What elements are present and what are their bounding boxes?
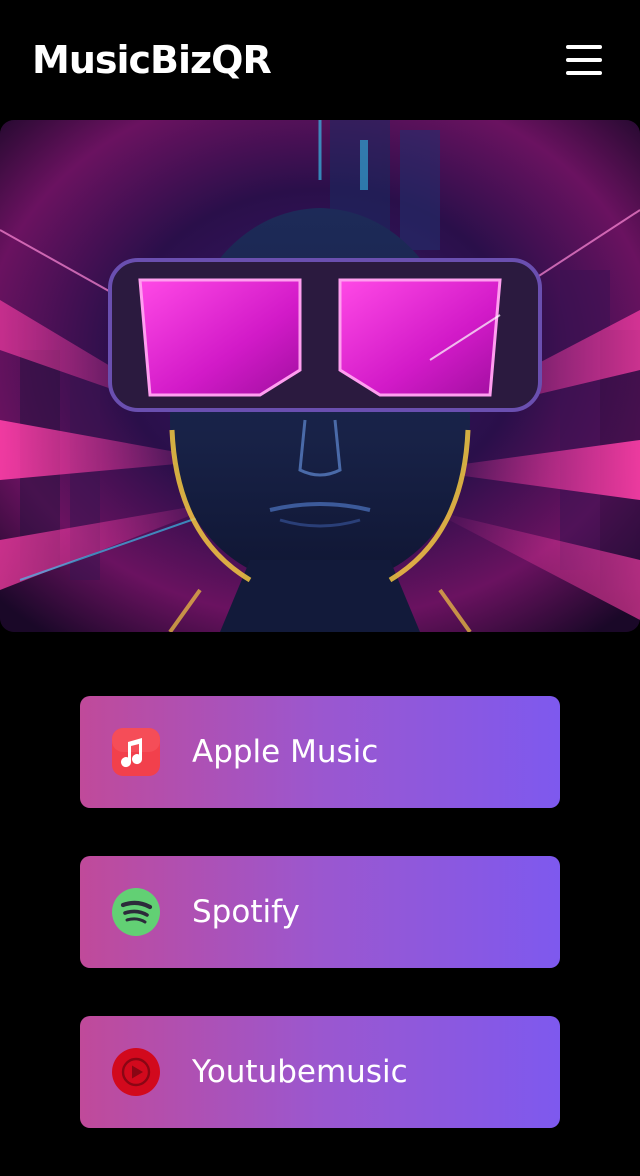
link-label: Spotify <box>192 894 300 930</box>
youtube-music-button[interactable]: Youtubemusic <box>80 1016 560 1128</box>
hero-artwork <box>0 120 640 632</box>
link-label: Youtubemusic <box>192 1054 408 1090</box>
menu-bar-line <box>566 71 602 75</box>
hamburger-menu-icon[interactable] <box>562 42 606 78</box>
spotify-button[interactable]: Spotify <box>80 856 560 968</box>
apple-music-icon <box>112 728 160 776</box>
brand-logo[interactable]: MusicBizQR <box>32 36 272 84</box>
youtube-music-icon <box>112 1048 160 1096</box>
menu-bar-line <box>566 45 602 49</box>
spotify-icon <box>112 888 160 936</box>
site-header: MusicBizQR <box>0 0 640 120</box>
apple-music-button[interactable]: Apple Music <box>80 696 560 808</box>
menu-bar-line <box>566 58 602 62</box>
hero-image <box>0 120 640 632</box>
link-label: Apple Music <box>192 734 379 770</box>
